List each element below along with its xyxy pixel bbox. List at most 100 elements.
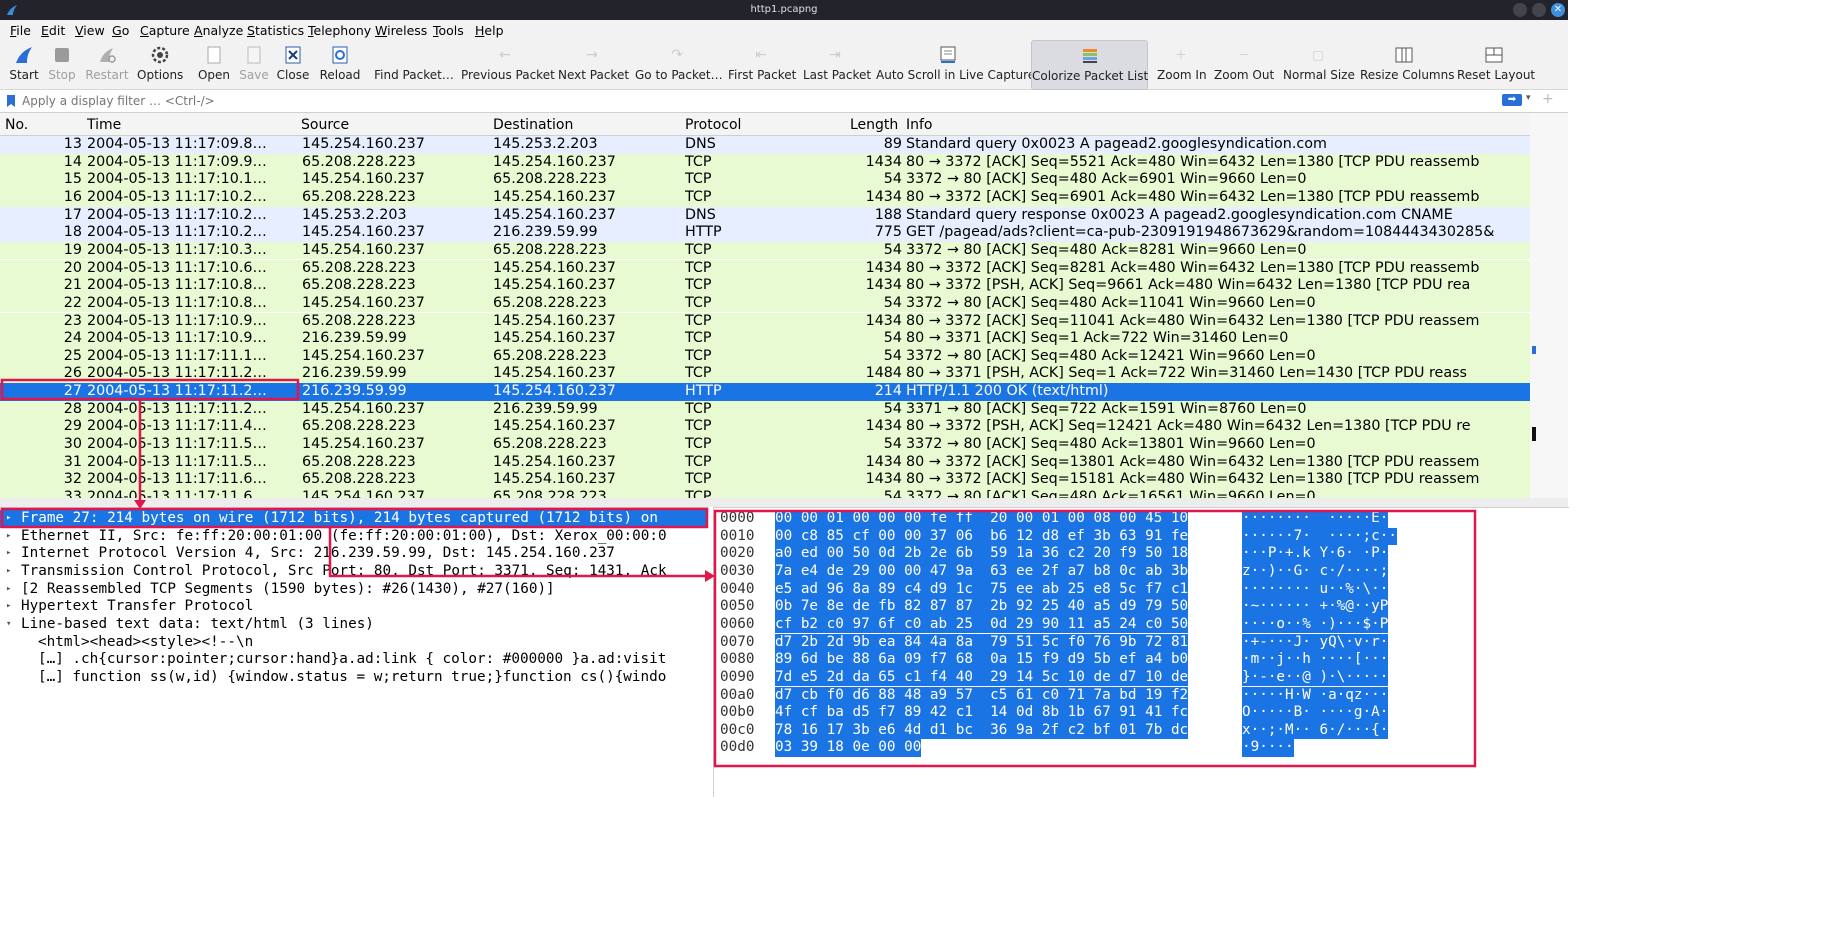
collapsed-arrow-icon[interactable]: ▸	[6, 581, 11, 599]
detail-leaf-row[interactable]: […] function ss(w,id) {window.status = w…	[0, 669, 708, 687]
packet-length: 1434	[865, 471, 902, 488]
packet-row[interactable]: 20 2004-05-13 11:17:10.6… 65.208.228.223 14…	[0, 259, 1530, 278]
start-capture-button[interactable]: Start	[6, 40, 42, 88]
resize-columns-button[interactable]: Resize Columns	[1360, 40, 1454, 88]
minimize-button[interactable]	[1513, 3, 1527, 17]
zoom-out-button[interactable]: － Zoom Out	[1214, 40, 1274, 88]
menu-telephony[interactable]: Telephony	[308, 23, 371, 38]
go-to-packet-button[interactable]: ↷ Go to Packet…	[635, 40, 723, 88]
packet-source: 216.239.59.99	[302, 330, 407, 347]
zoom-in-button[interactable]: ＋ Zoom In	[1157, 40, 1207, 88]
filter-dropdown-icon[interactable]: ▾	[1526, 93, 1531, 103]
column-header-destination[interactable]: Destination	[493, 117, 573, 133]
menu-help[interactable]: Help	[475, 23, 504, 38]
packet-row[interactable]: 24 2004-05-13 11:17:10.9… 216.239.59.99 145…	[0, 330, 1530, 348]
menu-bar: File Edit View Go Capture Analyze Statis…	[0, 20, 1568, 40]
packet-list-scrollbar[interactable]	[1530, 113, 1568, 498]
packet-row[interactable]: 29 2004-05-13 11:17:11.4… 65.208.228.223 14…	[0, 418, 1530, 436]
packet-row[interactable]: 26 2004-05-13 11:17:11.2… 216.239.59.99 145…	[0, 365, 1530, 384]
close-file-button[interactable]: Close	[276, 40, 310, 88]
packet-row[interactable]: 16 2004-05-13 11:17:10.2… 65.208.228.223 14…	[0, 188, 1530, 207]
packet-protocol: TCP	[685, 171, 712, 188]
menu-statistics[interactable]: Statistics	[247, 23, 304, 38]
detail-tree-row[interactable]: ▸ Internet Protocol Version 4, Src: 216.2…	[0, 545, 708, 563]
collapsed-arrow-icon[interactable]: ▸	[6, 528, 11, 546]
next-packet-button[interactable]: → Next Packet	[558, 40, 629, 88]
maximize-button[interactable]	[1532, 3, 1546, 17]
open-file-button[interactable]: Open	[197, 40, 231, 88]
column-header-protocol[interactable]: Protocol	[685, 117, 741, 133]
previous-packet-button[interactable]: ← Previous Packet	[461, 40, 555, 88]
capture-options-button[interactable]: Options	[137, 40, 183, 88]
pane-splitter[interactable]	[0, 498, 1568, 507]
packet-row[interactable]: 18 2004-05-13 11:17:10.2… 145.254.160.237 2…	[0, 224, 1530, 242]
detail-leaf-row[interactable]: […] .ch{cursor:pointer;cursor:hand}a.ad:…	[0, 651, 708, 669]
packet-number: 16	[63, 188, 82, 205]
packet-row[interactable]: 32 2004-05-13 11:17:11.6… 65.208.228.223 14…	[0, 471, 1530, 489]
bookmark-icon[interactable]	[7, 95, 15, 107]
packet-row[interactable]: 33 2004-05-13 11:17:11.6… 145.254.160.237 6…	[0, 489, 1530, 498]
packet-source: 65.208.228.223	[302, 453, 416, 470]
menu-view[interactable]: View	[75, 23, 105, 38]
collapsed-arrow-icon[interactable]: ▸	[6, 545, 11, 563]
menu-edit[interactable]: Edit	[41, 23, 65, 38]
packet-row[interactable]: 21 2004-05-13 11:17:10.8… 65.208.228.223 14…	[0, 277, 1530, 295]
hex-bytes: 89 6d be 88 6a 09 f7 68 0a 15 f9 d9 5b e…	[775, 651, 1189, 669]
first-packet-button[interactable]: ⇤ First Packet	[728, 40, 796, 88]
menu-capture[interactable]: Capture	[140, 23, 190, 38]
packet-row[interactable]: 22 2004-05-13 11:17:10.8… 145.254.160.237 6…	[0, 294, 1530, 313]
detail-tree-row[interactable]: ▸ Transmission Control Protocol, Src Port…	[0, 563, 708, 581]
menu-analyze[interactable]: Analyze	[194, 23, 243, 38]
packet-length: 1434	[865, 277, 902, 294]
packet-row[interactable]: 30 2004-05-13 11:17:11.5… 145.254.160.237 6…	[0, 436, 1530, 454]
packet-row[interactable]: 15 2004-05-13 11:17:10.1… 145.254.160.237 6…	[0, 171, 1530, 189]
last-packet-button[interactable]: ⇥ Last Packet	[803, 40, 871, 88]
menu-wireless[interactable]: Wireless	[375, 23, 427, 38]
packet-length: 54	[883, 489, 902, 498]
detail-tree-row[interactable]: ▸ Frame 27: 214 bytes on wire (1712 bits)…	[0, 510, 708, 528]
detail-tree-row[interactable]: ▸ Ethernet II, Src: fe:ff:20:00:01:00 (fe…	[0, 528, 708, 546]
packet-length: 1434	[865, 312, 902, 329]
restart-capture-button[interactable]: Restart	[85, 40, 129, 88]
packet-row[interactable]: 23 2004-05-13 11:17:10.9… 65.208.228.223 14…	[0, 312, 1530, 331]
packet-row[interactable]: 28 2004-05-13 11:17:11.2… 145.254.160.237 2…	[0, 400, 1530, 419]
packet-row[interactable]: 19 2004-05-13 11:17:10.3… 145.254.160.237 6…	[0, 241, 1530, 260]
menu-tools[interactable]: Tools	[433, 23, 464, 38]
collapsed-arrow-icon[interactable]: ▸	[6, 510, 11, 528]
detail-tree-row[interactable]: ▸ [2 Reassembled TCP Segments (1590 bytes…	[0, 581, 708, 599]
column-header-info[interactable]: Info	[906, 117, 933, 133]
packet-row[interactable]: 31 2004-05-13 11:17:11.5… 65.208.228.223 14…	[0, 453, 1530, 472]
packet-row[interactable]: 13 2004-05-13 11:17:09.8… 145.254.160.237 1…	[0, 136, 1530, 154]
column-header-no[interactable]: No.	[5, 117, 28, 133]
column-header-time[interactable]: Time	[87, 117, 121, 133]
detail-tree-row[interactable]: ▾ Line-based text data: text/html (3 line…	[0, 616, 708, 634]
zoom-out-icon: －	[1237, 48, 1250, 62]
stop-capture-button[interactable]: Stop	[46, 40, 78, 88]
packet-row[interactable]: 25 2004-05-13 11:17:11.1… 145.254.160.237 6…	[0, 347, 1530, 366]
reset-layout-button[interactable]: Reset Layout	[1457, 40, 1535, 88]
normal-size-button[interactable]: □ Normal Size	[1283, 40, 1355, 88]
expanded-arrow-icon[interactable]: ▾	[6, 616, 11, 634]
auto-scroll-button[interactable]: Auto Scroll in Live Capture	[876, 40, 1035, 88]
packet-row[interactable]: 17 2004-05-13 11:17:10.2… 145.253.2.203 145…	[0, 206, 1530, 225]
detail-tree-row[interactable]: ▸ Hypertext Transfer Protocol	[0, 598, 708, 616]
display-filter-input[interactable]	[20, 92, 1494, 110]
find-packet-button[interactable]: Find Packet…	[374, 40, 454, 88]
menu-go[interactable]: Go	[112, 23, 129, 38]
packet-row[interactable]: 14 2004-05-13 11:17:09.9… 65.208.228.223 14…	[0, 153, 1530, 172]
detail-leaf-row[interactable]: <html><head><style><!--\n	[0, 634, 708, 652]
add-filter-button[interactable]: +	[1542, 91, 1554, 107]
column-header-length[interactable]: Length	[850, 117, 898, 133]
packet-row[interactable]: 27 2004-05-13 11:17:11.2… 216.239.59.99 145…	[0, 383, 1530, 401]
close-window-button[interactable]: ✕	[1551, 3, 1565, 17]
packet-source: 145.254.160.237	[302, 171, 425, 188]
reload-file-button[interactable]: Reload	[319, 40, 361, 88]
collapsed-arrow-icon[interactable]: ▸	[6, 598, 11, 616]
colorize-packet-list-button[interactable]: Colorize Packet List	[1031, 40, 1148, 90]
packet-source: 65.208.228.223	[302, 259, 416, 276]
save-file-button[interactable]: Save	[239, 40, 269, 88]
collapsed-arrow-icon[interactable]: ▸	[6, 563, 11, 581]
menu-file[interactable]: File	[10, 23, 31, 38]
apply-filter-button[interactable]: ➡	[1502, 94, 1522, 106]
column-header-source[interactable]: Source	[301, 117, 349, 133]
